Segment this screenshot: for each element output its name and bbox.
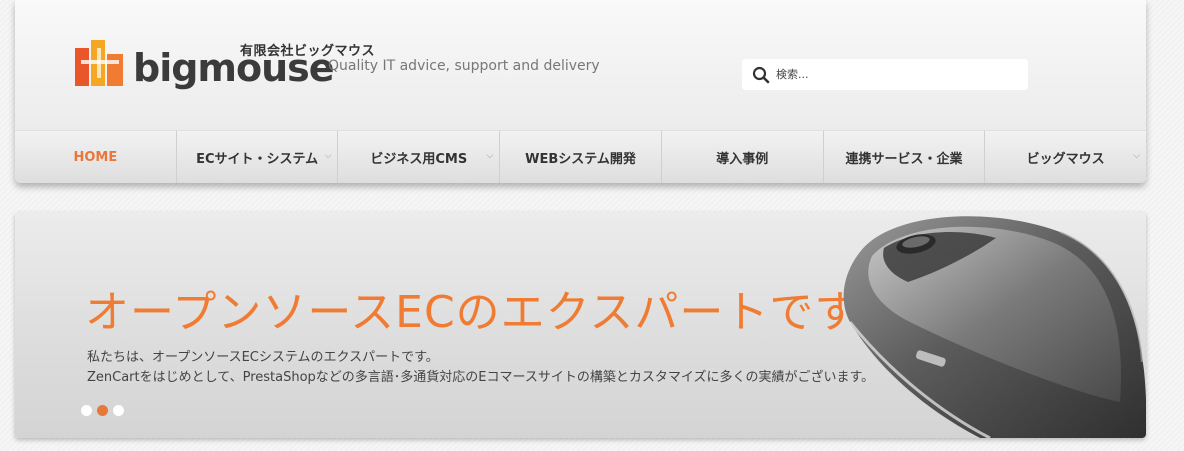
nav-item-label: 導入事例 <box>716 151 769 167</box>
slider-dot[interactable] <box>81 405 92 416</box>
chevron-down-icon: ⌵ <box>324 151 332 161</box>
nav-item-label: ビッグマウス <box>1026 151 1105 167</box>
nav-item-label: ECサイト・システム <box>196 151 319 167</box>
nav-item-home[interactable]: HOME <box>15 131 177 183</box>
search-input[interactable] <box>776 62 1016 87</box>
page: 有限会社ビッグマウス bigmouse Quality IT advice, s… <box>0 0 1184 451</box>
slider-dot[interactable] <box>97 405 108 416</box>
nav-item-label: 連携サービス・企業 <box>845 151 963 167</box>
search-icon <box>752 66 770 83</box>
site-tagline: Quality IT advice, support and delivery <box>328 58 600 74</box>
logo-name-text: bigmouse <box>133 46 335 90</box>
chevron-down-icon: ⌵ <box>486 151 494 161</box>
hero-description-line1: 私たちは、オープンソースECシステムのエクスパートです。 <box>87 350 439 365</box>
nav-item-label: WEBシステム開発 <box>525 151 636 167</box>
hero-title: オープンソースECのエクスパートです <box>85 287 860 338</box>
nav-item-ec-system[interactable]: ECサイト・システム ⌵ <box>177 131 339 183</box>
main-nav: HOME ECサイト・システム ⌵ ビジネス用CMS ⌵ WEBシステム開発 導… <box>15 130 1146 183</box>
site-header: 有限会社ビッグマウス bigmouse Quality IT advice, s… <box>15 0 1146 183</box>
search-box[interactable] <box>742 59 1028 90</box>
slider-dots <box>81 405 124 416</box>
hero-slider: オープンソースECのエクスパートです 私たちは、オープンソースECシステムのエク… <box>15 212 1146 438</box>
hero-description-line2: ZenCartをはじめとして、PrestaShopなどの多言語･多通貨対応のEコ… <box>87 370 875 385</box>
bigmouse-logo-icon <box>75 40 123 86</box>
nav-item-web-system[interactable]: WEBシステム開発 <box>500 131 662 183</box>
chevron-down-icon: ⌵ <box>1133 151 1141 161</box>
nav-item-label: ビジネス用CMS <box>370 151 468 167</box>
slider-dot[interactable] <box>113 405 124 416</box>
nav-item-bigmouse[interactable]: ビッグマウス ⌵ <box>985 131 1146 183</box>
nav-item-label: HOME <box>73 149 118 165</box>
computer-mouse-image <box>843 216 1146 438</box>
nav-item-business-cms[interactable]: ビジネス用CMS ⌵ <box>338 131 501 183</box>
nav-item-partners[interactable]: 連携サービス・企業 <box>824 131 986 183</box>
nav-item-case-studies[interactable]: 導入事例 <box>662 131 824 183</box>
